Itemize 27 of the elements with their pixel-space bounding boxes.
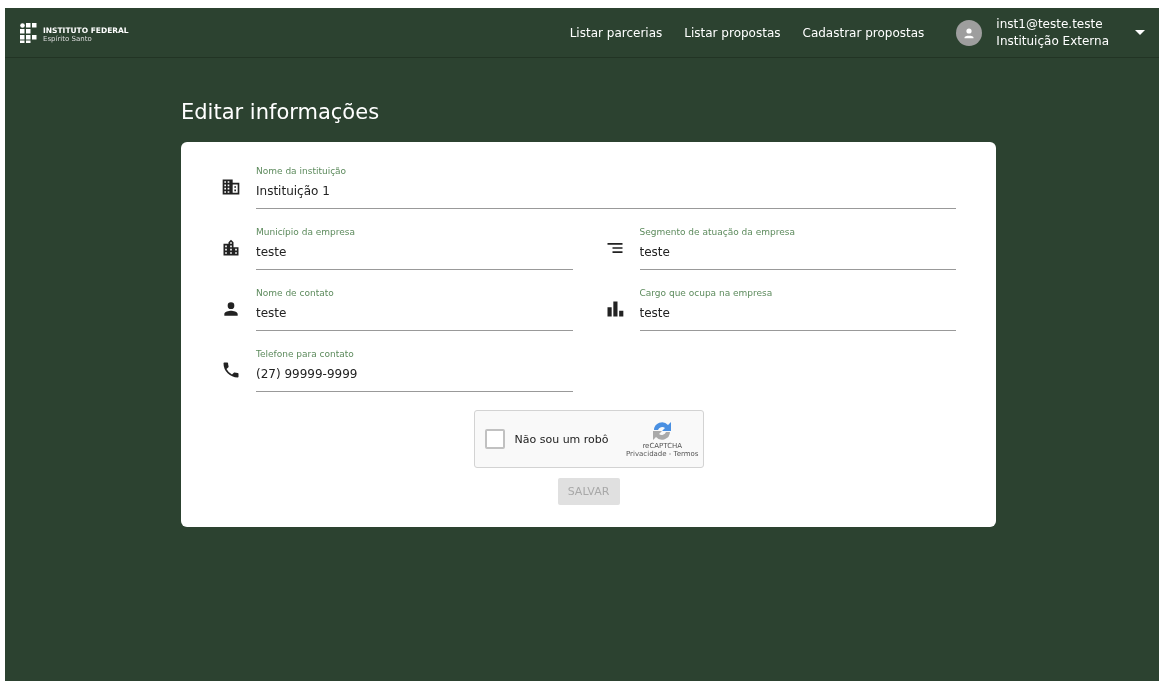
input-field[interactable]: teste (639, 306, 956, 331)
person-icon (221, 299, 241, 319)
city-icon (221, 238, 241, 258)
field-label: Município da empresa (256, 227, 357, 237)
captcha-label: Não sou um robô (514, 432, 609, 446)
captcha-checkbox[interactable] (484, 429, 505, 449)
input-field[interactable]: Instituição 1 (256, 184, 956, 209)
building-icon (221, 177, 241, 197)
field-label: Segmento de atuação da empresa (639, 227, 796, 237)
avatar-icon[interactable] (956, 19, 983, 46)
field-label: Telefone para contato (256, 349, 355, 359)
input-field[interactable]: (27) 99999-9999 (256, 367, 573, 392)
user-role: Instituição Externa (996, 32, 1109, 50)
phone-icon (221, 360, 241, 380)
logo-icon (20, 22, 40, 43)
page-title: Editar informações (181, 99, 381, 126)
input-field[interactable]: teste (639, 245, 956, 270)
nav-link[interactable]: Cadastrar propostas (802, 25, 925, 40)
nav-link[interactable]: Listar parcerias (569, 25, 663, 40)
input-field[interactable]: teste (256, 306, 573, 331)
nav-link[interactable]: Listar propostas (684, 25, 781, 40)
field-label: Nome da instituição (256, 166, 348, 176)
input-field[interactable]: teste (256, 245, 573, 270)
field-label: Nome de contato (256, 288, 335, 298)
caret-icon[interactable] (1135, 30, 1145, 35)
user-email: inst1@teste.teste (996, 15, 1104, 33)
field-label: Cargo que ocupa na empresa (639, 288, 774, 298)
